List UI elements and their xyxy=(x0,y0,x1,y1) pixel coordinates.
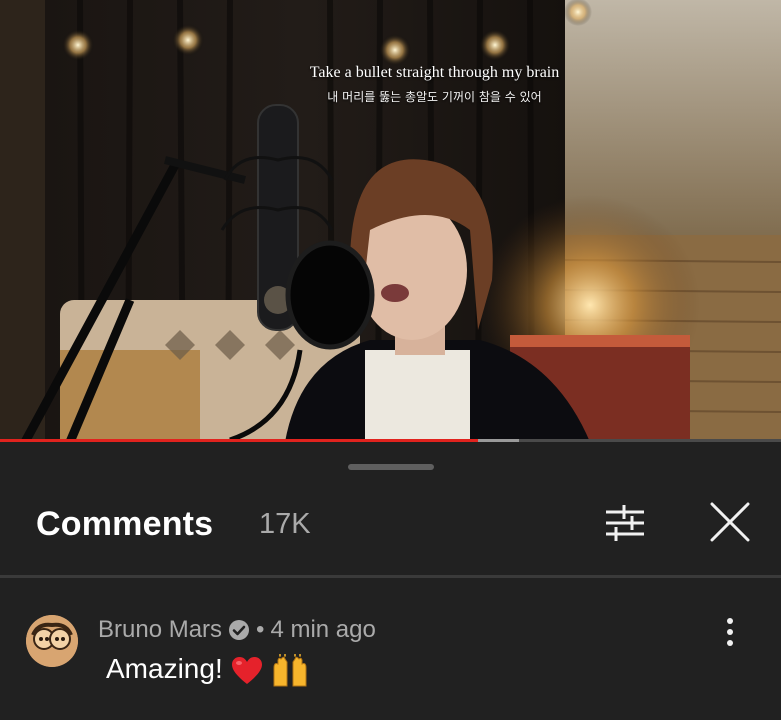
close-comments-button[interactable] xyxy=(704,501,756,545)
comments-header: Comments 17K xyxy=(0,495,781,555)
lyric-caption-english: Take a bullet straight through my brain xyxy=(309,64,560,81)
comment-item: Bruno Mars • 4 min ago Amazing! xyxy=(0,595,781,715)
verified-check-icon xyxy=(229,620,250,640)
comment-text-line: Amazing! xyxy=(106,653,310,688)
lyric-caption-korean: 내 머리를 뚫는 총알도 기꺼이 참을 수 있어 xyxy=(327,90,542,104)
comment-author[interactable]: Bruno Mars xyxy=(98,616,222,644)
comment-time: 4 min ago xyxy=(270,616,376,643)
comments-panel: Comments 17K Bruno Mars • 4 min ago Amaz… xyxy=(0,445,781,720)
close-icon xyxy=(710,502,750,542)
more-vert-icon xyxy=(727,618,733,646)
header-divider xyxy=(0,575,781,578)
video-player[interactable]: Take a bullet straight through my brain … xyxy=(0,0,781,442)
sort-sliders-icon xyxy=(606,505,644,541)
video-progress-bar[interactable] xyxy=(0,439,781,442)
avatar[interactable] xyxy=(26,615,78,667)
sort-comments-button[interactable] xyxy=(600,503,650,543)
comment-more-button[interactable] xyxy=(716,615,744,649)
avatar-illustration xyxy=(26,615,78,667)
comment-text: Amazing! xyxy=(106,653,223,684)
red-heart-icon xyxy=(231,656,262,684)
comments-title: Comments xyxy=(36,505,214,543)
drag-handle[interactable] xyxy=(348,464,434,470)
meta-separator: • xyxy=(256,616,265,643)
progress-played xyxy=(0,439,478,442)
comment-meta: Bruno Mars • 4 min ago xyxy=(98,616,376,644)
raising-hands-icon xyxy=(273,653,307,687)
comments-count: 17K xyxy=(259,508,311,540)
